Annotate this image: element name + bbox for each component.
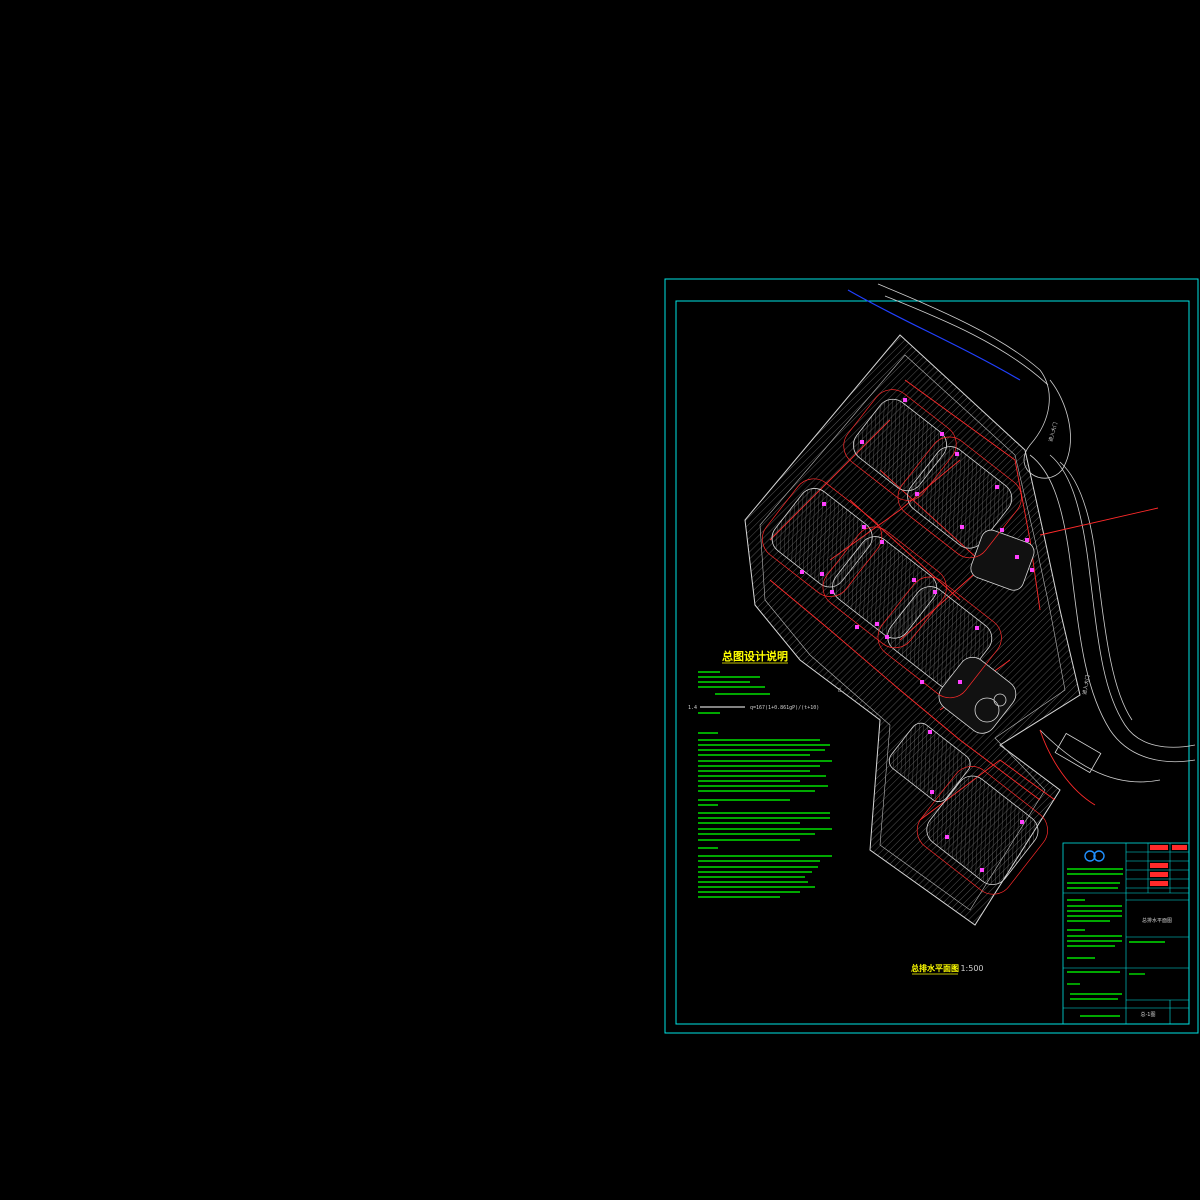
- company-logo-icon: [1084, 850, 1105, 862]
- road-label-2: 进入大门: [1081, 674, 1091, 695]
- design-notes-block: 总图设计说明 1.4 q=167(1+0.861gP)/(t+10): [688, 649, 832, 898]
- title-block-sheet-code: 总-1图: [1141, 1011, 1156, 1018]
- title-block-drawing-name: 总排水平面图: [1142, 917, 1172, 924]
- notes-title: 总图设计说明: [722, 649, 788, 663]
- marker-b: B: [838, 688, 842, 694]
- plan-scale: 1:500: [960, 964, 983, 973]
- road-label-1: 进入大门: [1047, 421, 1059, 442]
- title-block: 总排水平面图 总-1图: [1062, 842, 1190, 1025]
- gate-building: [1054, 732, 1102, 774]
- plan-title: 总排水平面图: [911, 963, 959, 973]
- cad-drawing-canvas: 总图设计说明 1.4 q=167(1+0.861gP)/(t+10) B 进入大…: [664, 278, 1199, 1034]
- storm-formula: q=167(1+0.861gP)/(t+10): [750, 705, 819, 711]
- note-item-1-4: 1.4: [688, 705, 697, 711]
- title-block-text-lines: [1067, 868, 1165, 1017]
